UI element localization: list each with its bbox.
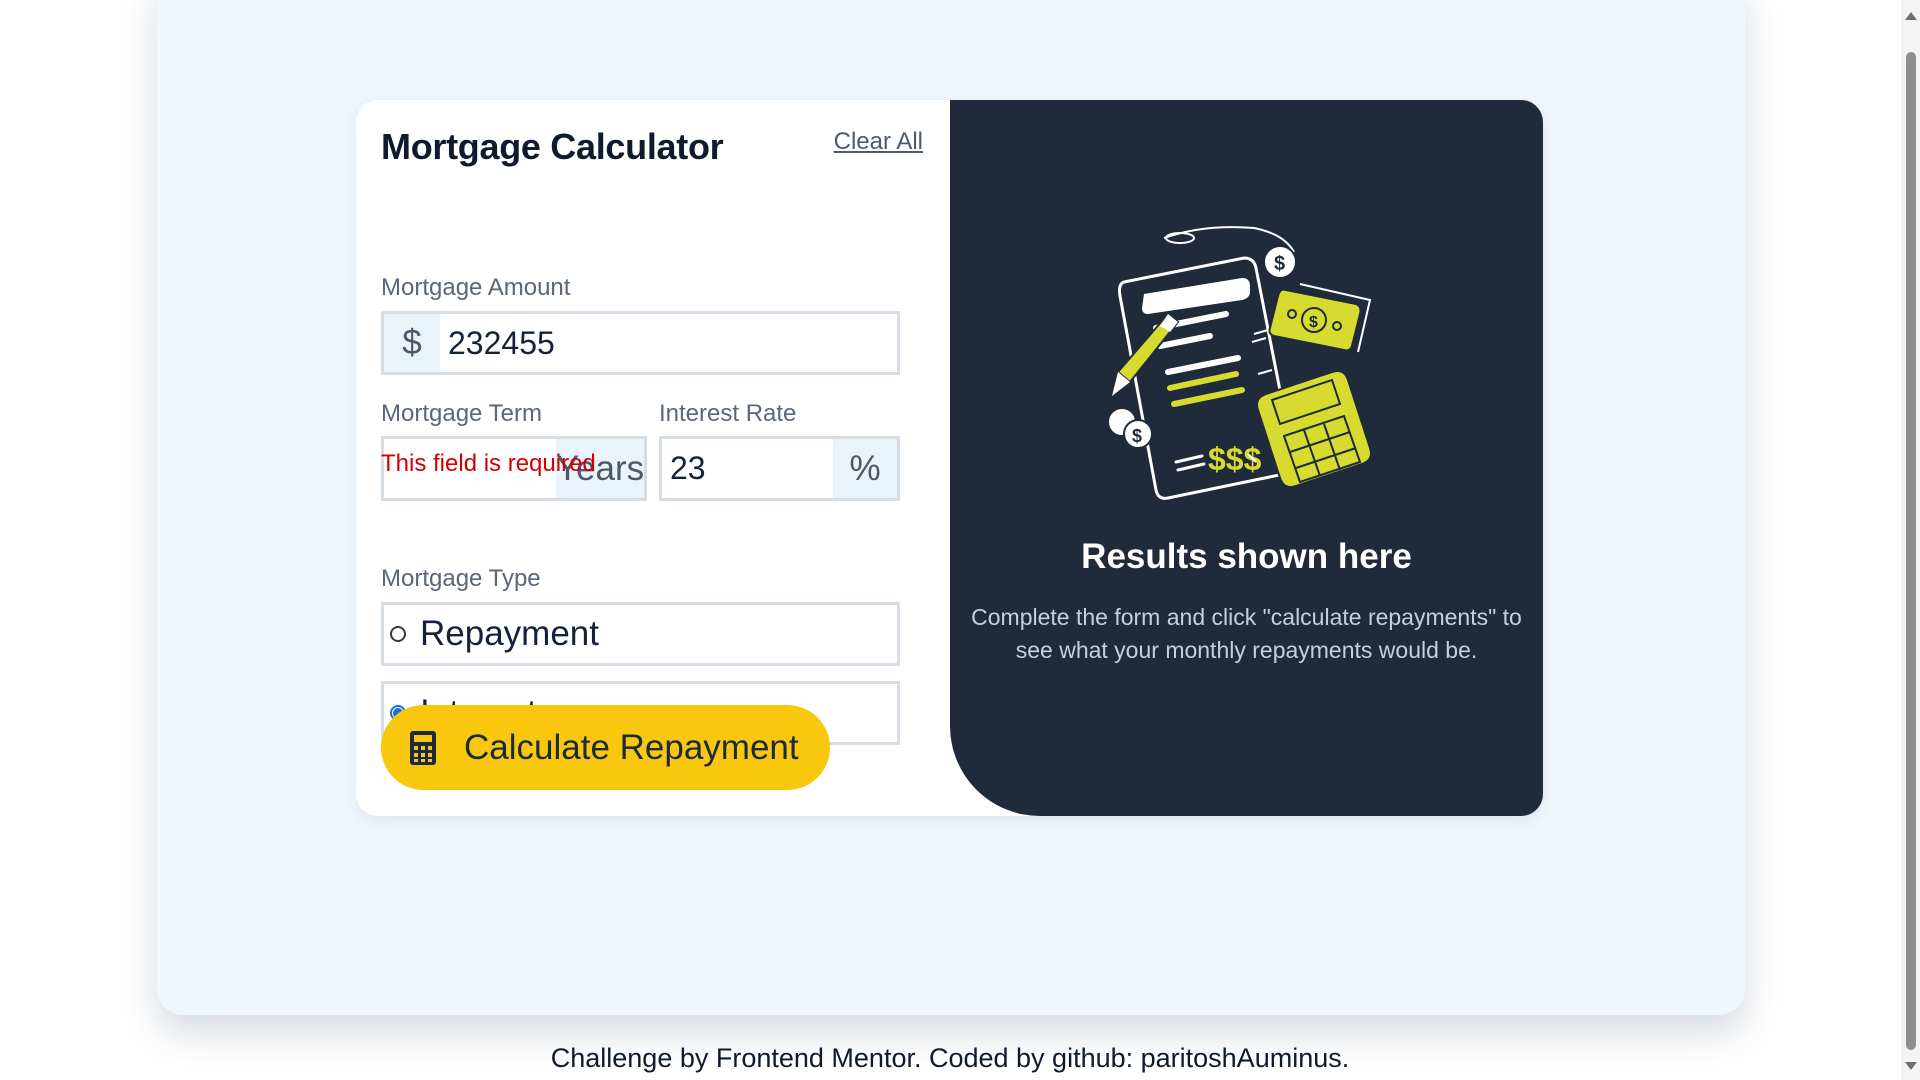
scroll-down-arrow-icon[interactable] <box>1905 1062 1917 1070</box>
mortgage-amount-value[interactable]: 232455 <box>440 314 897 372</box>
results-panel: $$$ $ $ $ Results shown here Complete th… <box>950 100 1543 816</box>
mortgage-amount-field[interactable]: $ 232455 <box>381 311 900 375</box>
mortgage-term-label: Mortgage Term <box>381 400 542 427</box>
calculate-repayment-button[interactable]: Calculate Repayment <box>381 705 830 790</box>
svg-text:$: $ <box>1274 253 1285 275</box>
calculator-form: Mortgage Calculator Clear All Mortgage A… <box>356 100 950 816</box>
results-title: Results shown here <box>1081 537 1412 576</box>
percent-suffix: % <box>833 439 897 498</box>
interest-rate-value[interactable]: 23 <box>662 439 833 498</box>
repayment-option[interactable]: Repayment <box>381 602 900 666</box>
scroll-up-arrow-icon[interactable] <box>1905 12 1917 20</box>
interest-rate-label: Interest Rate <box>659 400 797 427</box>
currency-prefix: $ <box>384 314 440 372</box>
footer-attribution: Challenge by Frontend Mentor. Coded by g… <box>550 1043 1350 1073</box>
empty-results-illustration: $$$ $ $ $ <box>1107 226 1372 500</box>
mortgage-calculator-card: Mortgage Calculator Clear All Mortgage A… <box>356 100 1543 816</box>
svg-text:$: $ <box>1309 314 1318 331</box>
scrollbar-thumb[interactable] <box>1906 52 1916 1050</box>
mortgage-term-error: This field is required <box>381 450 596 477</box>
calculate-button-label: Calculate Repayment <box>464 727 799 767</box>
repayment-radio[interactable] <box>390 626 406 642</box>
repayment-label: Repayment <box>420 614 599 653</box>
clear-all-link[interactable]: Clear All <box>834 128 923 156</box>
results-description: Complete the form and click "calculate r… <box>971 604 1522 663</box>
interest-rate-field[interactable]: 23 % <box>659 436 900 501</box>
mortgage-amount-label: Mortgage Amount <box>381 274 571 301</box>
vertical-scrollbar[interactable] <box>1901 0 1920 1080</box>
calculator-icon <box>410 730 436 765</box>
svg-text:$: $ <box>1132 426 1142 446</box>
mortgage-type-label: Mortgage Type <box>381 565 541 592</box>
calculator-title: Mortgage Calculator <box>381 126 724 167</box>
